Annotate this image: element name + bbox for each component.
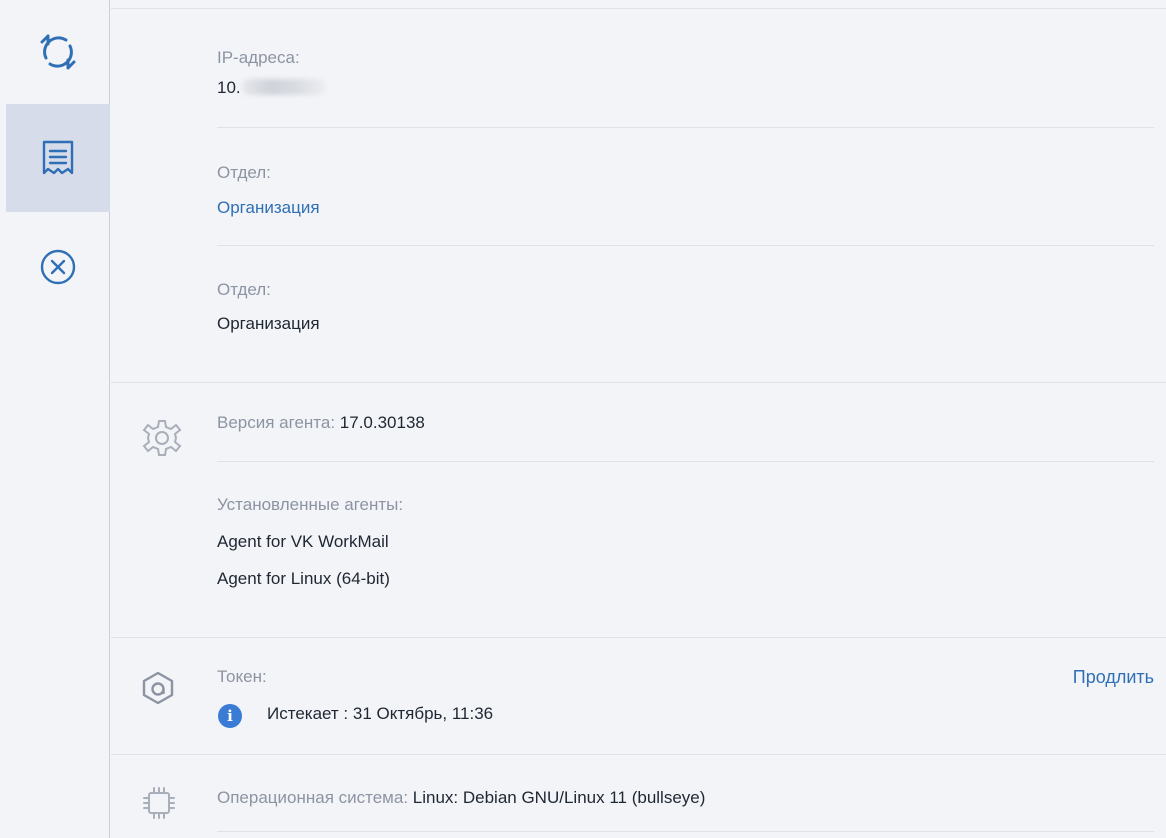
- ip-prefix: 10.: [217, 78, 241, 97]
- installed-agent-item: Agent for Linux (64-bit): [217, 569, 390, 588]
- close-circle-icon: [40, 249, 76, 285]
- agent-version-value: 17.0.30138: [339, 413, 425, 432]
- details-button[interactable]: [6, 104, 110, 212]
- agent-version-label: Версия агента:: [217, 413, 340, 432]
- token-label: Токен:: [217, 667, 267, 686]
- section-divider: [111, 754, 1166, 755]
- section-divider: [111, 637, 1166, 638]
- installed-agents-label: Установленные агенты:: [217, 495, 404, 514]
- divider: [217, 461, 1154, 462]
- os-row: Операционная система: Linux: Debian GNU/…: [217, 788, 705, 808]
- department-label: Отдел:: [217, 163, 271, 182]
- side-toolbar: [0, 0, 110, 838]
- agent-version-row: Версия агента: 17.0.30138: [217, 413, 425, 433]
- remove-button[interactable]: [6, 232, 110, 302]
- details-icon: [42, 140, 74, 175]
- refresh-icon: [40, 34, 76, 70]
- renew-link[interactable]: Продлить: [1073, 667, 1154, 688]
- token-expiry: Истекает : 31 Октябрь, 11:36: [267, 704, 494, 723]
- divider: [217, 127, 1154, 128]
- ip-label: IP-адреса:: [217, 48, 300, 67]
- divider: [217, 245, 1154, 246]
- info-icon: i: [218, 704, 242, 728]
- department-value: Организация: [217, 314, 320, 333]
- ip-redacted: [241, 79, 326, 95]
- divider: [111, 8, 1166, 9]
- os-value: Linux: Debian GNU/Linux 11 (bullseye): [412, 788, 706, 807]
- os-label: Операционная система:: [217, 788, 413, 807]
- section-divider: [111, 382, 1166, 383]
- details-panel: IP-адреса: 10. Отдел: Организация Отдел:…: [111, 0, 1166, 838]
- divider: [217, 831, 1154, 832]
- ip-value: 10.: [217, 78, 326, 98]
- gear-icon: [142, 420, 182, 456]
- installed-agent-item: Agent for VK WorkMail: [217, 532, 389, 551]
- department-link[interactable]: Организация: [217, 198, 320, 218]
- refresh-button[interactable]: [6, 0, 110, 104]
- department-label: Отдел:: [217, 280, 271, 299]
- token-icon: [142, 671, 174, 705]
- cpu-icon: [143, 787, 175, 819]
